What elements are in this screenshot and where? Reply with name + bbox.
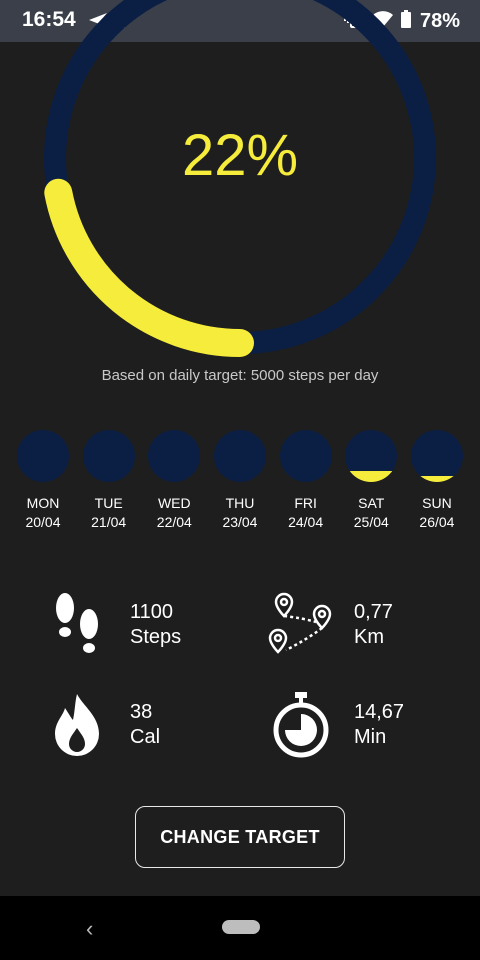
day-date: 26/04	[419, 514, 455, 530]
day-progress-circle	[279, 430, 332, 482]
day-name: SAT	[358, 495, 385, 511]
footprints-icon	[42, 590, 112, 660]
day-progress-circle	[345, 430, 398, 482]
flame-icon	[42, 690, 112, 760]
route-pins-icon	[266, 590, 336, 660]
day-date: 20/04	[25, 514, 61, 530]
steps-unit: Steps	[130, 626, 182, 648]
day-name: TUE	[94, 495, 123, 511]
day-date: 25/04	[353, 514, 389, 530]
progress-percent: 22%	[181, 123, 299, 188]
stat-duration: 14,67 Min	[266, 690, 404, 760]
calories-unit: Cal	[130, 726, 161, 748]
system-nav-bar: ‹	[0, 896, 480, 960]
day-wed[interactable]: WED 22/04	[147, 430, 201, 532]
day-progress-circle	[17, 430, 69, 482]
day-name: FRI	[294, 495, 317, 511]
back-icon[interactable]: ‹	[86, 916, 93, 942]
day-fri[interactable]: FRI 24/04	[279, 430, 333, 532]
day-date: 22/04	[156, 514, 192, 530]
day-tue[interactable]: TUE 21/04	[82, 430, 136, 532]
day-progress-circle	[213, 430, 266, 482]
stat-calories: 38 Cal	[42, 690, 160, 760]
day-progress-circle	[148, 430, 201, 482]
daily-target-note: Based on daily target: 5000 steps per da…	[101, 367, 379, 384]
day-name: MON	[26, 495, 60, 511]
day-thu[interactable]: THU 23/04	[213, 430, 267, 532]
day-progress-circle	[82, 430, 135, 482]
stat-steps: 1100 Steps	[42, 590, 181, 660]
change-target-button[interactable]: CHANGE TARGET	[135, 806, 345, 868]
distance-unit: Km	[354, 626, 384, 648]
duration-unit: Min	[354, 726, 387, 748]
day-date: 21/04	[91, 514, 127, 530]
home-pill-button[interactable]	[222, 920, 260, 934]
steps-value: 1100	[130, 601, 174, 623]
duration-value: 14,67	[354, 701, 405, 723]
stopwatch-icon	[266, 690, 336, 760]
day-progress-circle	[410, 430, 463, 482]
week-overview: MON 20/04 TUE 21/04 WED 22/04 THU 23/04 …	[16, 430, 464, 532]
day-sun[interactable]: SUN 26/04	[410, 430, 464, 532]
day-date: 23/04	[222, 514, 258, 530]
distance-value: 0,77	[354, 601, 393, 623]
day-sat[interactable]: SAT 25/04	[344, 430, 398, 532]
day-name: WED	[157, 495, 191, 511]
day-mon[interactable]: MON 20/04	[16, 430, 70, 532]
day-name: SUN	[422, 495, 452, 511]
progress-ring-fill	[44, 178, 254, 357]
day-date: 24/04	[288, 514, 324, 530]
calories-value: 38	[130, 701, 153, 723]
stat-distance: 0,77 Km	[266, 590, 393, 660]
day-name: THU	[225, 495, 255, 511]
